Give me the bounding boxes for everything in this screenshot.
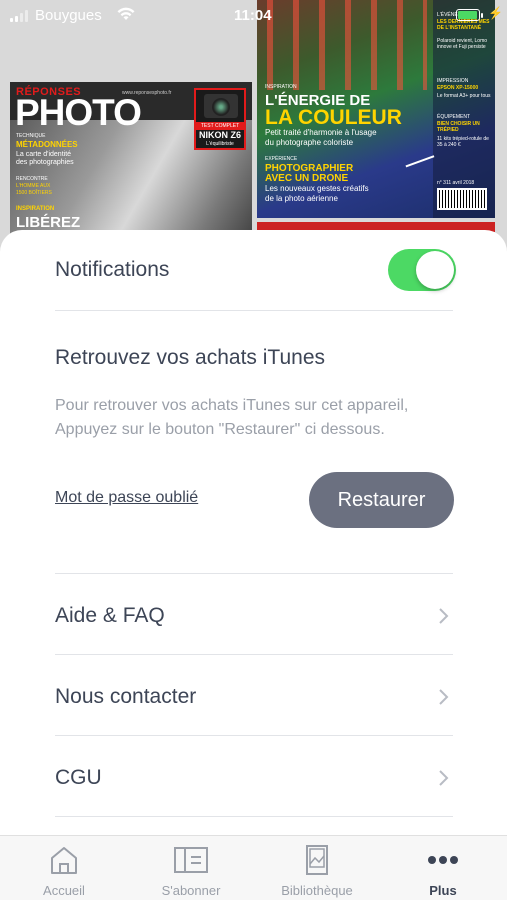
cover-test-name: NIKON Z6 bbox=[198, 130, 241, 140]
home-icon bbox=[51, 847, 77, 874]
cover-technique-title: MÉTADONNÉES bbox=[16, 140, 78, 149]
cover-rencontre-label: RENCONTRE bbox=[16, 176, 48, 182]
chevron-right-icon bbox=[439, 689, 449, 705]
barcode-image bbox=[437, 188, 487, 210]
nav-row-label: Nous contacter bbox=[55, 685, 197, 708]
battery-icon bbox=[456, 9, 483, 21]
cover-headline-4: AVEC UN DRONE bbox=[265, 173, 349, 184]
itunes-section-title: Retrouvez vos achats iTunes bbox=[55, 346, 326, 369]
status-bar: Bouygues 11:04 ⚡ bbox=[0, 0, 507, 30]
toggle-knob bbox=[416, 251, 454, 289]
forgot-password-link[interactable]: Mot de passe oublié bbox=[55, 489, 198, 507]
divider bbox=[55, 816, 453, 817]
nav-row-label: Aide & FAQ bbox=[55, 604, 165, 627]
divider bbox=[55, 735, 453, 736]
cover-side-10: n° 311 avril 2018 bbox=[437, 180, 475, 186]
cover-side-3: Polaroid revient, Lomo innove et Fuji pe… bbox=[437, 38, 488, 50]
cover-side-7: ÉQUIPEMENT bbox=[437, 114, 471, 120]
divider bbox=[55, 573, 453, 574]
subscribe-card-icon bbox=[174, 847, 208, 873]
cover-test-sub: L'équilibriste bbox=[206, 141, 234, 147]
tab-bar: Accueil S'abonner Bibliothèque Plus bbox=[0, 835, 507, 900]
cover-sub-2: du photographe coloriste bbox=[265, 138, 354, 147]
carrier-name: Bouygues bbox=[35, 7, 102, 24]
chevron-right-icon bbox=[439, 770, 449, 786]
cover-sub-3: Les nouveaux gestes créatifs bbox=[265, 184, 369, 193]
cover-sub-1: Petit traité d'harmonie à l'usage bbox=[265, 128, 377, 137]
notifications-toggle[interactable] bbox=[388, 249, 456, 291]
status-time: 11:04 bbox=[234, 7, 272, 24]
nav-row-cgu[interactable]: CGU bbox=[55, 758, 453, 798]
cover-inspiration-label: INSPIRATION bbox=[265, 84, 297, 90]
signal-icon bbox=[10, 10, 30, 22]
nav-row-help-faq[interactable]: Aide & FAQ bbox=[55, 596, 453, 636]
cover-test-tag: TEST COMPLET bbox=[196, 122, 244, 130]
cover-side-5: EPSON XP-15000 bbox=[437, 85, 479, 91]
cover-technique-sub2: des photographies bbox=[16, 159, 74, 166]
cover-technique-sub1: La carte d'identité bbox=[16, 151, 72, 158]
settings-sheet: Notifications Retrouvez vos achats iTune… bbox=[0, 230, 507, 835]
cover-big-text: LIBÉREZ bbox=[16, 214, 81, 231]
library-icon bbox=[306, 845, 328, 875]
cover-inspiration-label: INSPIRATION bbox=[16, 206, 55, 212]
cover-experience-label: EXPÉRIENCE bbox=[265, 156, 298, 162]
cover-rencontre-text2: 1500 BOÎTIERS bbox=[16, 190, 52, 196]
tab-label: Accueil bbox=[43, 883, 85, 898]
tab-bibliotheque[interactable]: Bibliothèque bbox=[257, 836, 377, 900]
cover-masthead: PHOTO bbox=[15, 92, 142, 133]
magazine-covers-background: RÉPONSES PHOTO www.reponsesphoto.fr TEST… bbox=[0, 0, 507, 260]
tab-plus[interactable]: Plus bbox=[383, 836, 503, 900]
cover-headline-2: LA COULEUR bbox=[265, 106, 402, 129]
divider bbox=[55, 654, 453, 655]
tab-label: Bibliothèque bbox=[281, 883, 353, 898]
tab-sabonner[interactable]: S'abonner bbox=[131, 836, 251, 900]
cover-rencontre-text1: L'HOMME AUX bbox=[16, 183, 51, 189]
charging-bolt-icon: ⚡ bbox=[488, 6, 503, 20]
tab-accueil[interactable]: Accueil bbox=[4, 836, 124, 900]
tab-label: Plus bbox=[429, 883, 457, 898]
cover-side-4: IMPRESSION bbox=[437, 78, 469, 84]
tab-label: S'abonner bbox=[161, 883, 221, 898]
cover-side-8: BIEN CHOISIR UN TRÉPIED bbox=[437, 121, 480, 133]
cover-technique-label: TECHNIQUE bbox=[16, 133, 46, 139]
restore-button[interactable]: Restaurer bbox=[309, 472, 454, 528]
cover-url: www.reponsesphoto.fr bbox=[122, 90, 172, 96]
magazine-cover-reponses-photo[interactable]: RÉPONSES PHOTO www.reponsesphoto.fr TEST… bbox=[10, 82, 252, 252]
itunes-description: Pour retrouver vos achats iTunes sur cet… bbox=[55, 397, 409, 438]
divider bbox=[55, 310, 453, 311]
magazine-cover-couleur[interactable]: INSPIRATION L'ÉNERGIE DE LA COULEUR Peti… bbox=[257, 0, 495, 218]
cover-side-9: 11 kits trépied-rotule de 35 à 240 € bbox=[437, 136, 489, 148]
cover-side-6: Le format A3+ pour tous bbox=[437, 93, 491, 99]
chevron-right-icon bbox=[439, 608, 449, 624]
nav-row-label: CGU bbox=[55, 766, 102, 789]
more-dots-icon bbox=[428, 856, 458, 864]
nav-row-contact[interactable]: Nous contacter bbox=[55, 677, 453, 717]
wifi-icon bbox=[117, 7, 135, 20]
cover-sub-4: de la photo aérienne bbox=[265, 194, 338, 203]
